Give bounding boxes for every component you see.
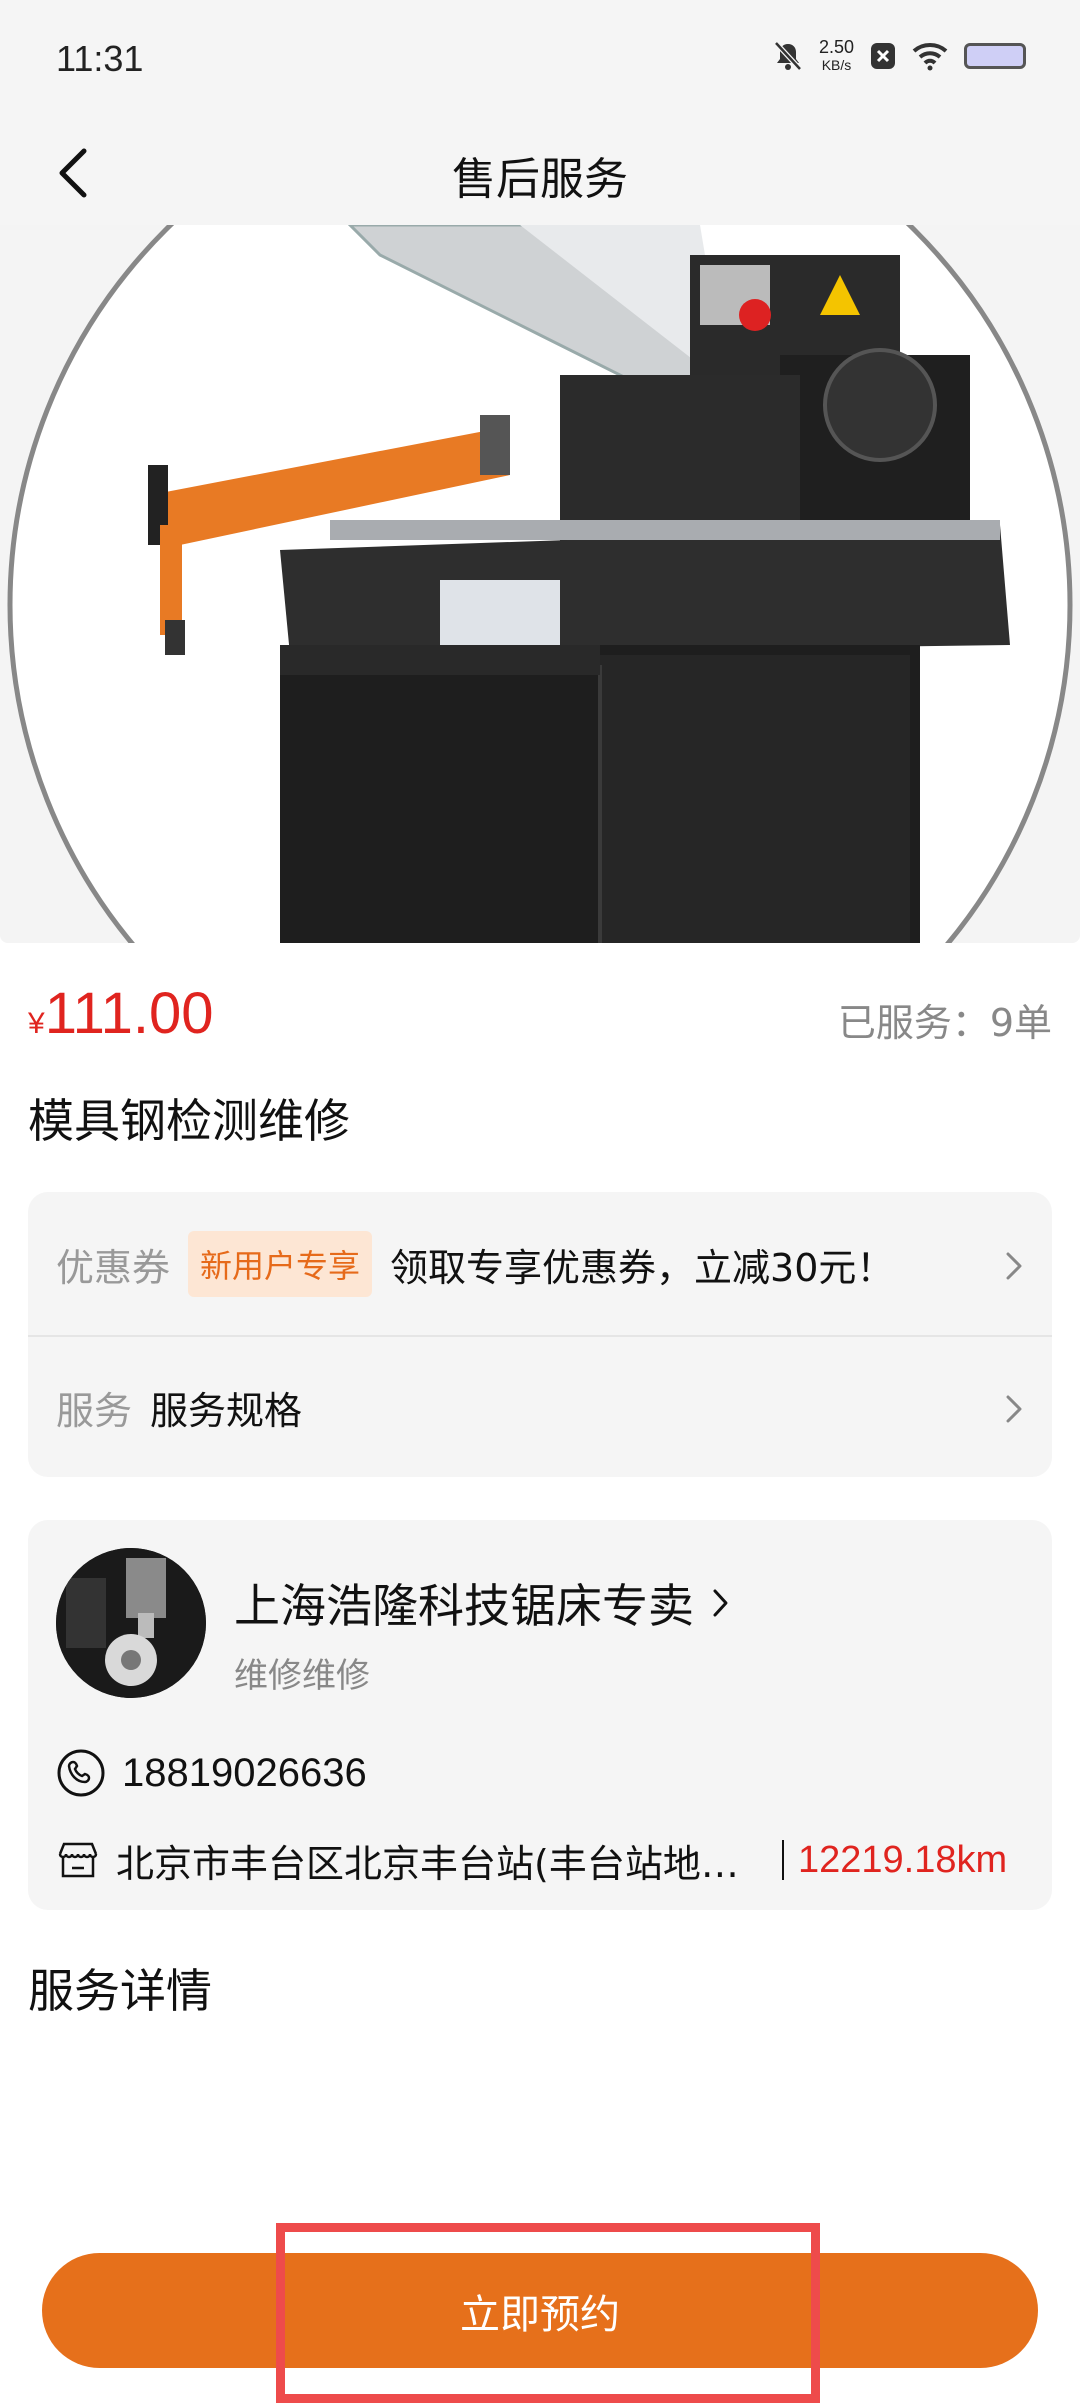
shop-avatar[interactable] [56,1548,206,1698]
phone-row[interactable]: 18819026636 [56,1748,367,1798]
x-box-icon [871,43,895,69]
store-icon [58,1842,98,1878]
app-screen: 11:31 2.50 KB/s 售后服务 ¥111.00 已服务：9单 模具钢检… [0,0,1080,2408]
shop-card: 上海浩隆科技锯床专卖 维修维修 18819026636 北京市丰台区北京丰台站(… [28,1520,1052,1910]
service-text: 服务规格 [150,1388,303,1433]
price-amount: 111.00 [44,981,214,1046]
shop-name-link[interactable]: 上海浩隆科技锯床专卖 [234,1570,730,1636]
page-title: 售后服务 [452,154,628,205]
chevron-right-icon [1006,1395,1022,1423]
shop-address: 北京市丰台区北京丰台站(丰台站地铁站) [116,1841,756,1886]
shop-distance: 12219.18km [798,1838,1008,1881]
status-icons: 2.50 KB/s [773,38,1026,74]
net-speed-unit: KB/s [821,57,852,73]
coupon-row[interactable]: 优惠券 新用户专享 领取专享优惠券，立减30元！ [56,1214,1024,1314]
net-speed-value: 2.50 [818,37,854,57]
served-count: 已服务：9单 [837,1001,1052,1045]
service-row[interactable]: 服务 服务规格 [56,1357,1024,1457]
status-bar: 11:31 2.50 KB/s [0,0,1080,125]
chevron-right-icon [713,1589,728,1617]
divider [28,1335,1052,1337]
wifi-icon [912,43,948,71]
product-name: 模具钢检测维修 [28,1094,350,1148]
title-bar: 售后服务 [0,125,1080,225]
chevron-right-icon [1006,1252,1022,1280]
service-key: 服务 [56,1388,133,1433]
product-image[interactable] [0,225,1080,943]
price-currency: ¥ [28,1007,45,1040]
address-separator [782,1840,784,1880]
service-details-title: 服务详情 [28,1964,212,2018]
net-speed: 2.50 KB/s [819,38,854,74]
shop-phone: 18819026636 [122,1750,367,1795]
price: ¥111.00 [28,980,213,1047]
price-row: ¥111.00 已服务：9单 [0,980,1080,1050]
shop-avatar-image [56,1548,206,1698]
coupon-text: 领取专享优惠券，立减30元！ [390,1245,895,1290]
phone-icon [57,1749,105,1797]
coupon-key: 优惠券 [56,1245,171,1290]
shop-name: 上海浩隆科技锯床专卖 [234,1579,694,1633]
address-row[interactable]: 北京市丰台区北京丰台站(丰台站地铁站) 12219.18km [56,1830,1024,1890]
bell-muted-icon [774,41,802,71]
status-time: 11:31 [56,38,144,79]
new-user-tag: 新用户专享 [188,1231,373,1297]
shop-subtitle: 维修维修 [234,1656,370,1696]
band-saw-image [0,225,1080,943]
book-now-button[interactable]: 立即预约 [42,2253,1038,2368]
battery-icon [964,43,1026,69]
